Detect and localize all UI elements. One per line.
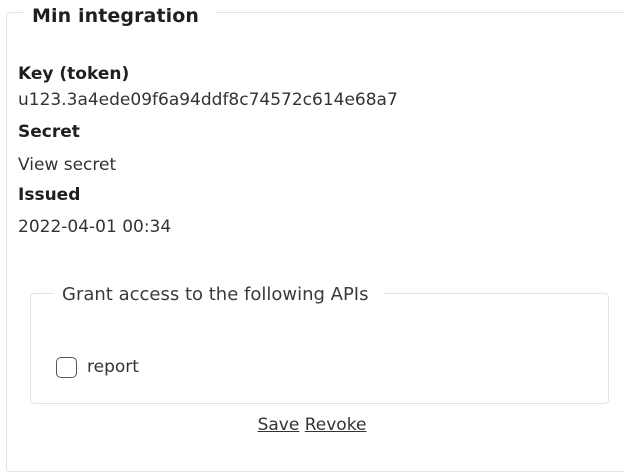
revoke-link[interactable]: Revoke xyxy=(305,415,367,435)
issued-value: 2022-04-01 00:34 xyxy=(18,217,172,237)
integration-title: Min integration xyxy=(24,0,216,32)
key-value: u123.3a4ede09f6a94ddf8c74572c614e68a7 xyxy=(18,90,398,110)
action-links: Save Revoke xyxy=(0,413,624,437)
api-option-report[interactable]: report xyxy=(56,354,139,380)
view-secret-link[interactable]: View secret xyxy=(18,153,116,177)
grant-access-legend: Grant access to the following APIs xyxy=(54,282,383,308)
key-label: Key (token) xyxy=(18,64,130,84)
report-checkbox-label[interactable]: report xyxy=(87,355,139,379)
integration-panel: Min integration Key (token) u123.3a4ede0… xyxy=(0,0,624,472)
grant-access-fieldset xyxy=(30,293,609,404)
report-checkbox[interactable] xyxy=(56,356,77,378)
secret-label: Secret xyxy=(18,122,80,142)
save-link[interactable]: Save xyxy=(258,415,300,435)
issued-label: Issued xyxy=(18,185,81,205)
